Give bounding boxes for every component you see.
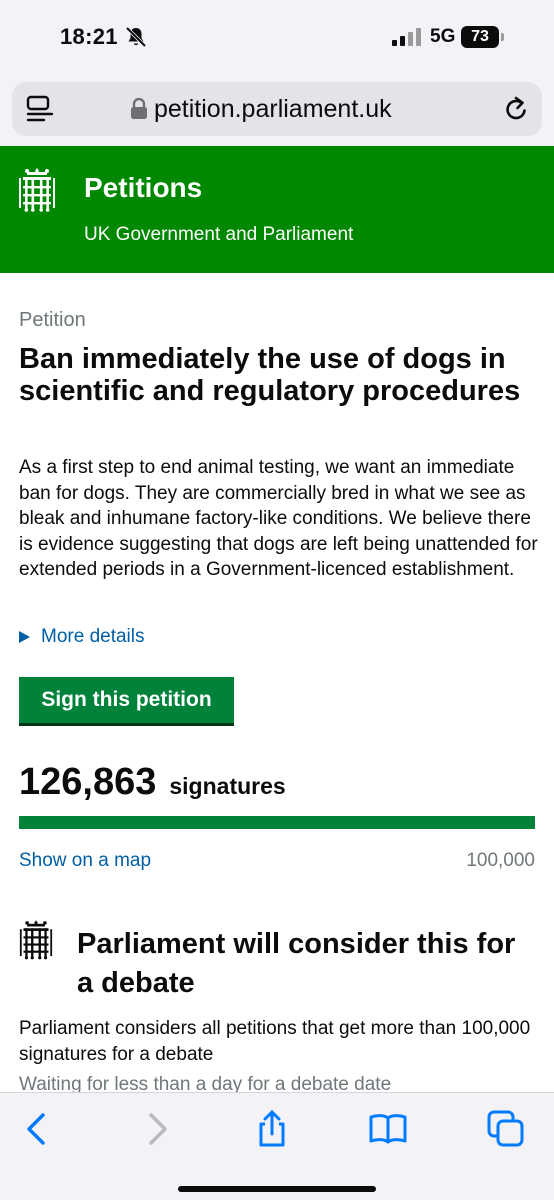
bookmarks-icon[interactable] <box>368 1109 408 1149</box>
site-title[interactable]: Petitions <box>84 172 202 204</box>
back-icon[interactable] <box>17 1109 57 1149</box>
more-details-label: More details <box>41 626 145 647</box>
triangle-right-icon <box>19 631 30 643</box>
signature-progress-bar <box>19 816 535 829</box>
status-time: 18:21 <box>60 24 118 49</box>
signature-count: 126,863 <box>19 761 157 803</box>
petition-summary: As a first step to end animal testing, w… <box>19 457 538 580</box>
share-icon[interactable] <box>252 1109 292 1149</box>
site-header: Petitions UK Government and Parliament <box>0 146 554 273</box>
page-menu-icon[interactable] <box>26 95 56 123</box>
battery-icon: 73 <box>461 26 505 48</box>
url-text[interactable]: petition.parliament.uk <box>154 95 392 124</box>
signal-icon <box>392 28 421 46</box>
portcullis-icon[interactable] <box>18 166 56 212</box>
tabs-icon[interactable] <box>486 1109 526 1149</box>
debate-description: Parliament considers all petitions that … <box>19 1018 531 1065</box>
debate-heading: Parliament will consider this for a deba… <box>77 928 516 999</box>
browser-toolbar <box>0 1092 554 1200</box>
signature-label: signatures <box>169 773 286 799</box>
portcullis-icon <box>19 920 53 960</box>
bell-muted-icon <box>125 26 147 48</box>
signature-count-row: 126,863 signatures <box>19 761 286 804</box>
petition-title: Ban immediately the use of dogs in scien… <box>19 343 521 407</box>
browser-address-area: petition.parliament.uk <box>0 72 554 146</box>
signature-threshold: 100,000 <box>466 850 535 871</box>
lock-icon <box>131 98 147 119</box>
status-bar: 18:21 5G 73 <box>0 0 554 72</box>
reload-icon[interactable] <box>502 95 530 123</box>
forward-icon[interactable] <box>137 1109 177 1149</box>
show-on-map-link[interactable]: Show on a map <box>19 850 151 872</box>
network-type: 5G <box>430 26 456 47</box>
more-details-toggle[interactable]: More details <box>19 626 145 648</box>
battery-level: 73 <box>461 26 499 48</box>
home-indicator <box>178 1186 376 1192</box>
sign-petition-button[interactable]: Sign this petition <box>19 677 234 723</box>
site-subtitle: UK Government and Parliament <box>84 224 354 245</box>
address-bar[interactable]: petition.parliament.uk <box>12 82 542 136</box>
petition-caption: Petition <box>19 309 86 331</box>
signature-progress-fill <box>19 816 535 829</box>
